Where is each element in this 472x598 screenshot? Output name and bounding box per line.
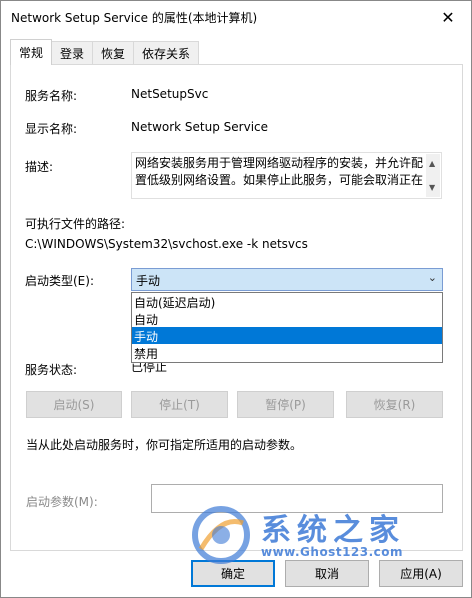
display-name-value: Network Setup Service: [131, 120, 269, 134]
apply-button[interactable]: 应用(A): [379, 560, 463, 587]
tab-general[interactable]: 常规: [10, 39, 53, 65]
window-title: Network Setup Service 的属性(本地计算机): [11, 11, 258, 25]
path-value: C:\WINDOWS\System32\svchost.exe -k netsv…: [25, 237, 308, 251]
status-label: 服务状态:: [25, 363, 78, 377]
general-panel: 服务名称: NetSetupSvc 显示名称: Network Setup Se…: [10, 64, 463, 551]
cancel-button[interactable]: 取消: [285, 560, 369, 587]
tab-logon[interactable]: 登录: [51, 41, 94, 65]
properties-dialog: Network Setup Service 的属性(本地计算机) ✕ 常规 登录…: [0, 0, 472, 598]
close-button[interactable]: ✕: [425, 1, 471, 33]
description-text: 网络安装服务用于管理网络驱动程序的安装，并允许配置低级别网络设置。如果停止此服务…: [135, 156, 424, 187]
service-name-value: NetSetupSvc: [131, 87, 209, 101]
description-box[interactable]: 网络安装服务用于管理网络驱动程序的安装，并允许配置低级别网络设置。如果停止此服务…: [131, 152, 442, 199]
chevron-down-icon[interactable]: ⌄: [428, 271, 437, 284]
params-input[interactable]: [151, 484, 443, 513]
scroll-up-icon[interactable]: ▲: [429, 155, 435, 172]
display-name-label: 显示名称:: [25, 122, 78, 136]
startup-option-auto-delayed[interactable]: 自动(延迟启动): [132, 293, 442, 310]
resume-button[interactable]: 恢复(R): [346, 391, 443, 418]
service-name-label: 服务名称:: [25, 89, 78, 103]
params-label: 启动参数(M):: [26, 495, 98, 509]
startup-option-manual[interactable]: 手动: [132, 327, 442, 344]
startup-type-value: 手动: [136, 274, 161, 288]
ok-button[interactable]: 确定: [191, 560, 275, 587]
start-button[interactable]: 启动(S): [26, 391, 122, 418]
startup-type-label: 启动类型(E):: [25, 274, 94, 288]
title-bar: Network Setup Service 的属性(本地计算机) ✕: [1, 1, 471, 33]
tab-strip: 常规 登录 恢复 依存关系: [10, 39, 200, 65]
startup-option-disabled[interactable]: 禁用: [132, 344, 442, 361]
tab-recovery[interactable]: 恢复: [92, 41, 135, 65]
stop-button[interactable]: 停止(T): [131, 391, 228, 418]
startup-type-dropdown: 自动(延迟启动) 自动 手动 禁用: [131, 292, 443, 363]
startup-option-auto[interactable]: 自动: [132, 310, 442, 327]
tab-dependencies[interactable]: 依存关系: [133, 41, 200, 65]
description-label: 描述:: [25, 160, 54, 174]
description-scrollbar[interactable]: ▲ ▼: [426, 154, 440, 197]
path-label: 可执行文件的路径:: [25, 217, 126, 231]
params-note: 当从此处启动服务时，你可指定所适用的启动参数。: [26, 438, 303, 452]
pause-button[interactable]: 暂停(P): [237, 391, 334, 418]
scroll-down-icon[interactable]: ▼: [429, 179, 435, 196]
startup-type-select[interactable]: 手动 ⌄: [131, 268, 443, 291]
